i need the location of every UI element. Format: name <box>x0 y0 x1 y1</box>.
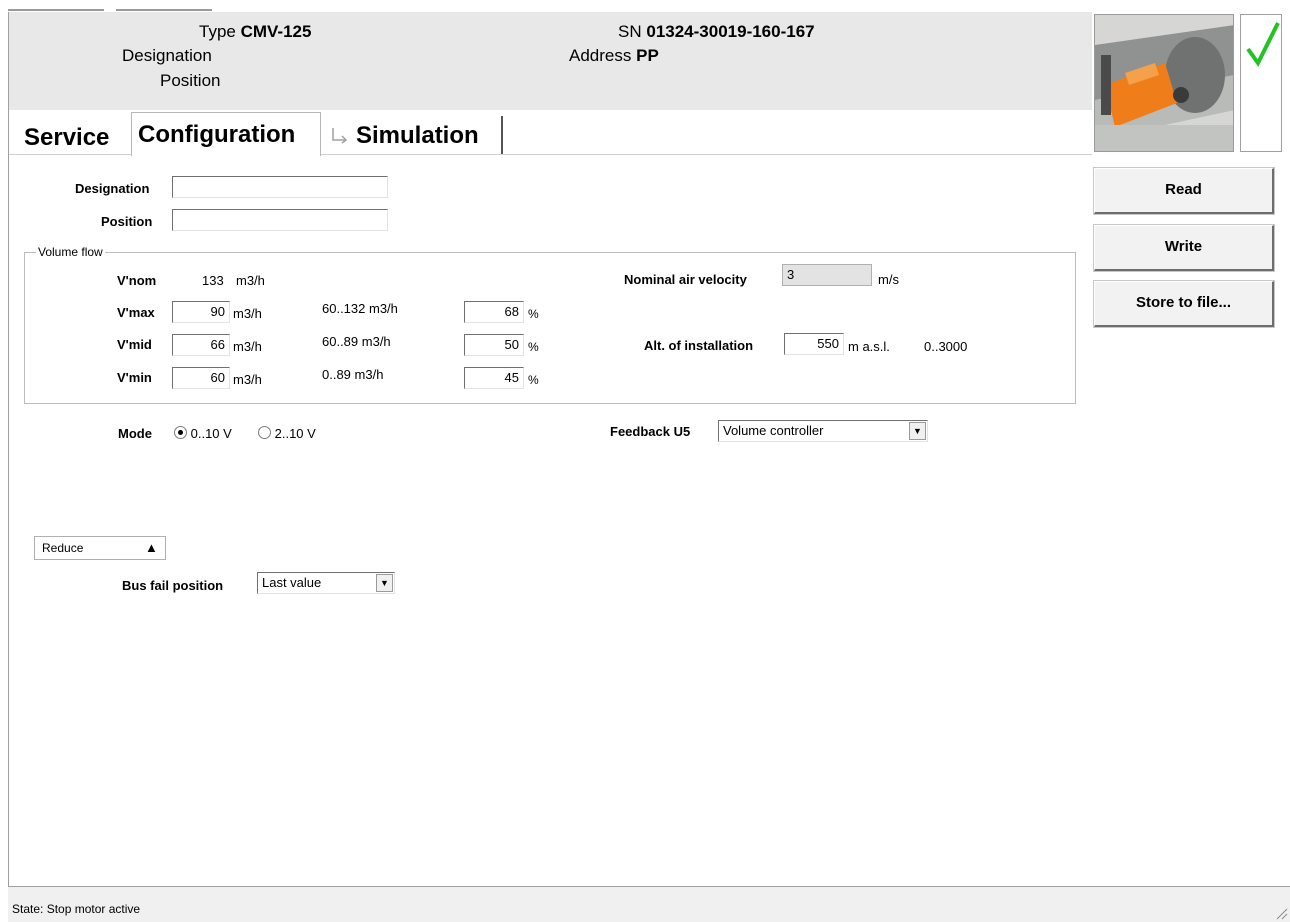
position-field[interactable] <box>172 209 388 231</box>
volume-flow-title: Volume flow <box>36 244 105 260</box>
type-row: Type CMV-125 <box>199 22 311 42</box>
nominal-air-velocity-field: 3 <box>782 264 872 286</box>
tab-simulation-label: Simulation <box>356 122 479 149</box>
feedback-u5-value: Volume controller <box>723 423 824 438</box>
tab-configuration[interactable]: Configuration <box>131 112 321 156</box>
vmin-percent-field[interactable]: 45 <box>464 367 524 389</box>
radio-unselected-icon[interactable] <box>258 426 271 439</box>
alt-of-installation-range: 0..3000 <box>924 339 968 354</box>
sn-label: SN <box>618 22 642 41</box>
vmin-unit: m3/h <box>233 372 262 387</box>
vmax-percent-sign: % <box>528 307 539 321</box>
chevron-down-icon[interactable]: ▼ <box>376 574 393 592</box>
tab-configuration-label: Configuration <box>138 121 296 148</box>
address-value: PP <box>636 46 659 65</box>
top-strip <box>0 0 1290 12</box>
actuator-icon <box>1095 15 1233 151</box>
vmax-percent-field[interactable]: 68 <box>464 301 524 323</box>
vmid-percent-sign: % <box>528 340 539 354</box>
address-label: Address <box>569 46 632 65</box>
reduce-toggle[interactable]: Reduce ▲ <box>34 536 166 560</box>
tab-bar: Service Configuration Simulation <box>9 110 1092 156</box>
window-tab-stub[interactable] <box>116 0 212 11</box>
vmin-label: V'min <box>117 370 152 385</box>
status-text: State: Stop motor active <box>12 902 141 916</box>
tab-service-label: Service <box>24 124 110 151</box>
tab-simulation[interactable]: Simulation <box>322 116 503 154</box>
store-to-file-button[interactable]: Store to file... <box>1094 281 1274 327</box>
type-label: Type <box>199 22 236 41</box>
vmax-range: 60..132 m3/h <box>322 301 398 316</box>
checkmark-icon <box>1246 22 1280 67</box>
alt-of-installation-field[interactable]: 550 <box>784 333 844 355</box>
mode-option-0-10v-label: 0..10 V <box>190 426 232 441</box>
alt-of-installation-unit: m a.s.l. <box>848 339 890 354</box>
vmax-field[interactable]: 90 <box>172 301 230 323</box>
bus-fail-position-select[interactable]: Last value ▼ <box>257 572 395 594</box>
read-button[interactable]: Read <box>1094 168 1274 214</box>
vmid-field[interactable]: 66 <box>172 334 230 356</box>
sn-row: SN 01324-30019-160-167 <box>618 22 815 42</box>
vmin-range: 0..89 m3/h <box>322 367 384 382</box>
vnom-label: V'nom <box>117 273 157 288</box>
sn-value: 01324-30019-160-167 <box>646 22 815 41</box>
vmin-percent-sign: % <box>528 373 539 387</box>
vmid-range: 60..89 m3/h <box>322 334 391 349</box>
mode-label: Mode <box>118 426 152 441</box>
status-bar: State: Stop motor active <box>8 886 1290 922</box>
vnom-value: 133 <box>202 273 224 288</box>
alt-of-installation-label: Alt. of installation <box>644 338 754 353</box>
address-row: Address PP <box>569 46 659 66</box>
nominal-air-velocity-label: Nominal air velocity <box>624 272 747 287</box>
status-panel <box>1240 14 1282 152</box>
designation-field[interactable] <box>172 176 388 198</box>
designation-label: Designation <box>75 181 150 196</box>
vmid-percent-field[interactable]: 50 <box>464 334 524 356</box>
designation-header-label: Designation <box>122 46 212 65</box>
resize-grip-icon[interactable] <box>1274 906 1288 920</box>
tab-service[interactable]: Service <box>9 118 129 154</box>
mode-option-2-10v-label: 2..10 V <box>274 426 316 441</box>
mode-option-2-10v[interactable]: 2..10 V <box>258 426 316 442</box>
nominal-air-velocity-unit: m/s <box>878 272 899 287</box>
vmin-field[interactable]: 60 <box>172 367 230 389</box>
window-tab-stub[interactable] <box>8 0 104 11</box>
position-label: Position <box>101 214 153 229</box>
device-image <box>1094 14 1234 152</box>
feedback-u5-select[interactable]: Volume controller ▼ <box>718 420 928 442</box>
write-button[interactable]: Write <box>1094 225 1274 271</box>
route-icon <box>332 128 348 144</box>
vmid-label: V'mid <box>117 337 152 352</box>
type-value: CMV-125 <box>240 22 312 41</box>
vmid-unit: m3/h <box>233 339 262 354</box>
radio-selected-icon[interactable] <box>174 426 187 439</box>
mode-option-0-10v[interactable]: 0..10 V <box>174 426 232 442</box>
position-header-label: Position <box>160 71 221 90</box>
chevron-up-icon: ▲ <box>145 540 158 555</box>
vmax-unit: m3/h <box>233 306 262 321</box>
feedback-u5-label: Feedback U5 <box>610 424 691 439</box>
bus-fail-position-label: Bus fail position <box>122 578 224 593</box>
vmax-label: V'max <box>117 305 155 320</box>
chevron-down-icon[interactable]: ▼ <box>909 422 926 440</box>
bus-fail-position-value: Last value <box>262 575 322 590</box>
device-header: Type CMV-125 Designation Position SN 013… <box>9 12 1092 110</box>
reduce-label: Reduce <box>42 541 84 555</box>
vnom-unit: m3/h <box>236 273 265 288</box>
